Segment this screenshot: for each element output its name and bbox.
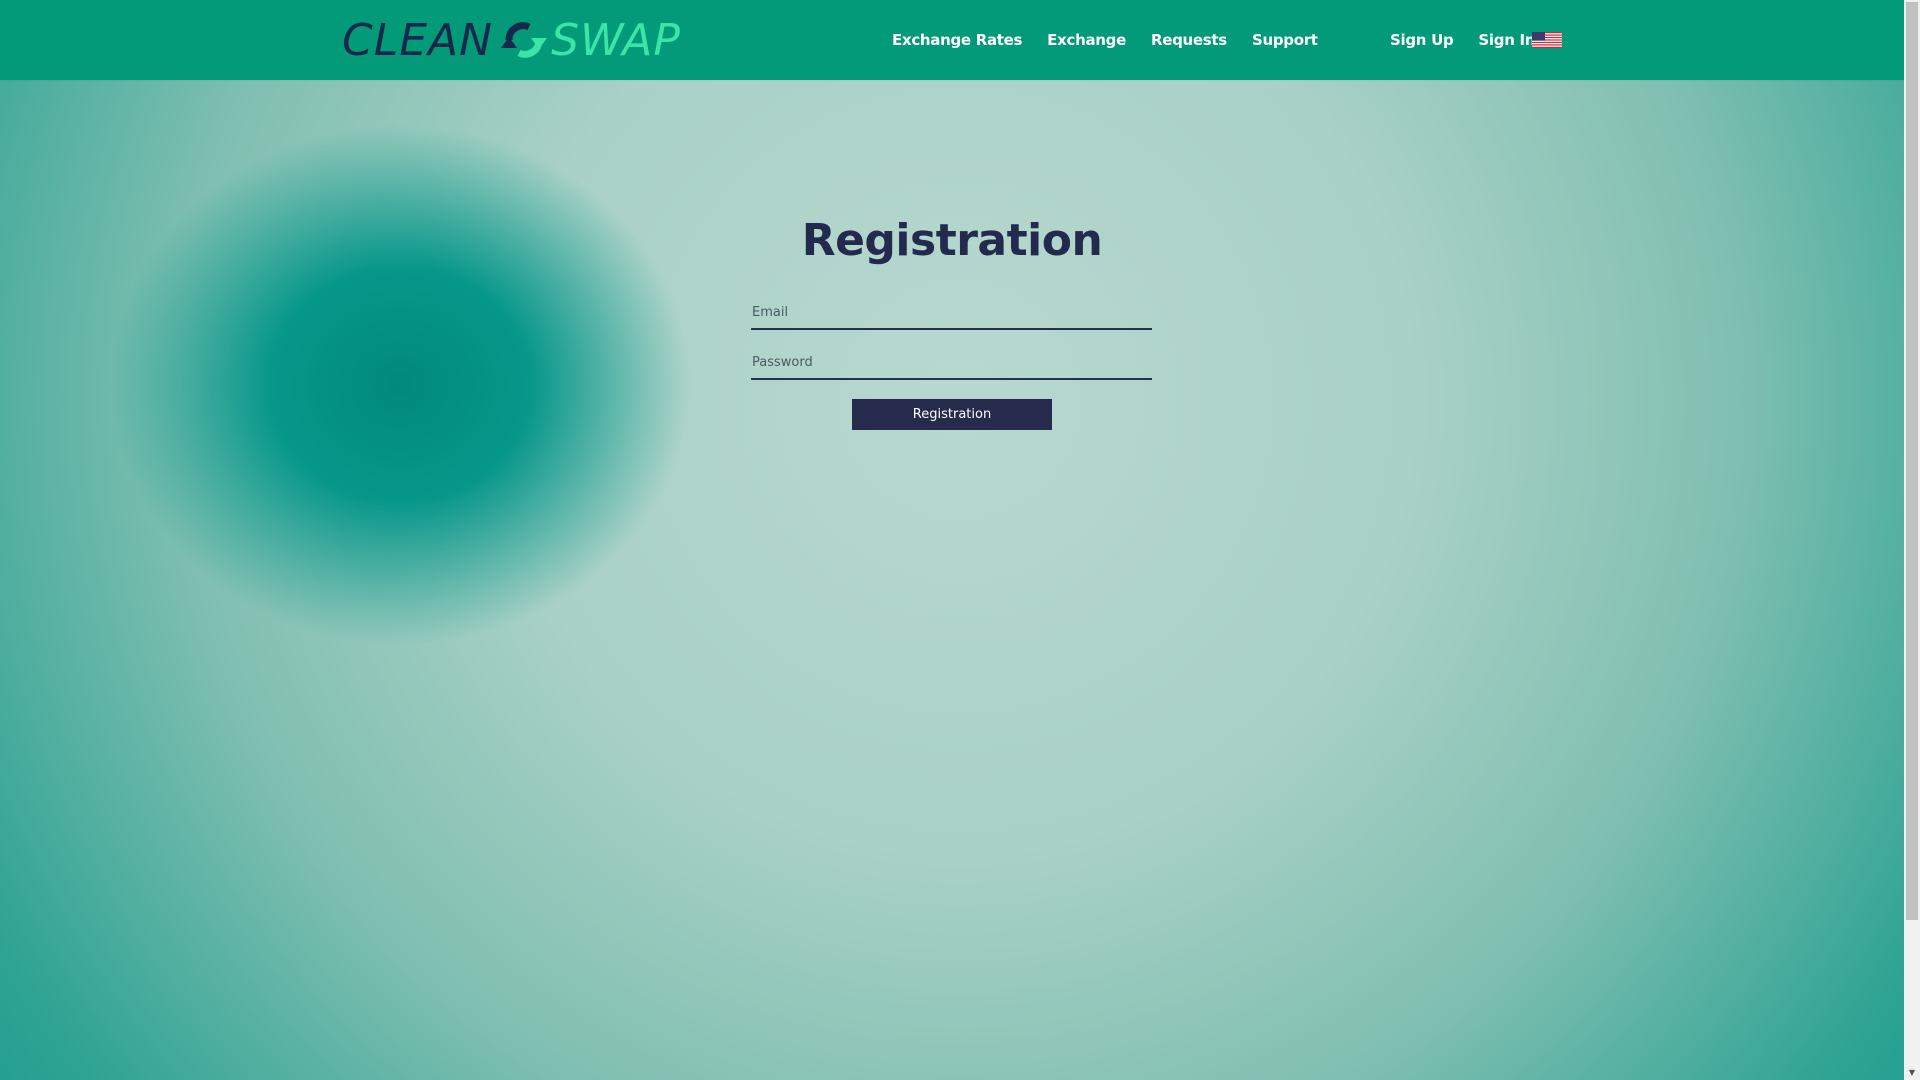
nav-sign-in[interactable]: Sign In [1478, 31, 1535, 49]
us-flag-icon[interactable] [1532, 32, 1562, 48]
scroll-thumb[interactable] [1906, 2, 1918, 920]
nav-support[interactable]: Support [1252, 31, 1318, 49]
scrollbar[interactable]: ▲ ▼ [1904, 0, 1920, 1080]
scroll-down-icon[interactable]: ▼ [1904, 1066, 1920, 1080]
site-header: CLEAN SWAP Exchange Rates Exchange Reque… [0, 0, 1904, 80]
registration-button[interactable]: Registration [852, 399, 1052, 430]
nav-requests[interactable]: Requests [1151, 31, 1227, 49]
main-nav: Exchange Rates Exchange Requests Support [892, 0, 1343, 80]
nav-exchange-rates[interactable]: Exchange Rates [892, 31, 1022, 49]
logo-text-swap: SWAP [551, 14, 681, 66]
page-title: Registration [801, 215, 1103, 266]
page: CLEAN SWAP Exchange Rates Exchange Reque… [0, 0, 1904, 1080]
swap-arrows-icon [499, 18, 549, 62]
logo-text-clean: CLEAN [342, 14, 494, 66]
nav-exchange[interactable]: Exchange [1047, 31, 1126, 49]
logo[interactable]: CLEAN SWAP [342, 14, 681, 66]
nav-sign-up[interactable]: Sign Up [1390, 31, 1454, 49]
email-field[interactable] [751, 300, 1152, 330]
password-field[interactable] [751, 350, 1152, 380]
